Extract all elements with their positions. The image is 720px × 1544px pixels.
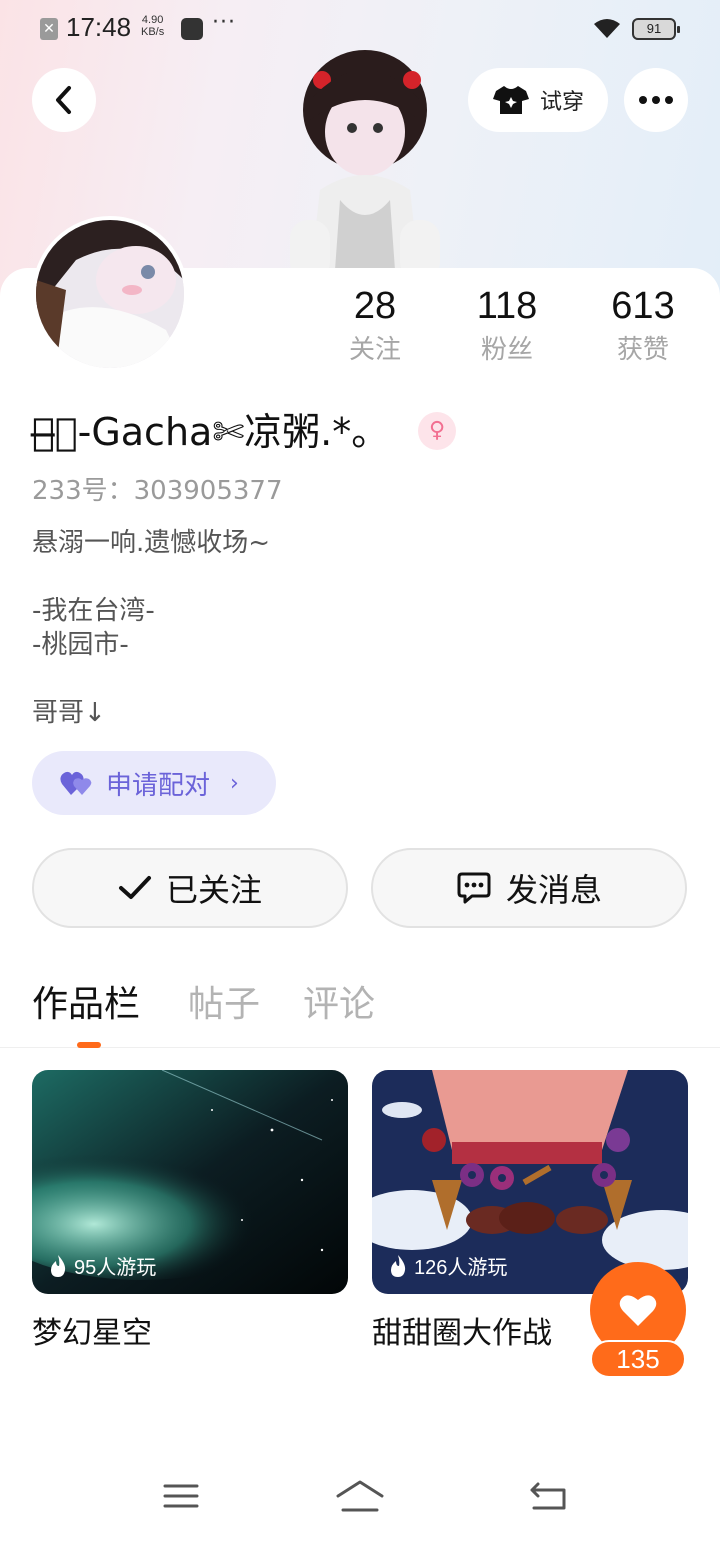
stat-likes-value: 613 xyxy=(611,285,675,327)
shirt-icon xyxy=(492,86,529,114)
user-bio: 悬溺一响.遗憾收场~ -我在台湾- -桃园市- 哥哥↓ xyxy=(32,528,271,728)
system-nav-bar xyxy=(0,1460,720,1544)
work-title: 梦幻星空 xyxy=(32,1316,152,1351)
flame-icon xyxy=(391,1254,406,1277)
try-on-button[interactable]: 试穿 xyxy=(468,68,608,132)
stat-followers-value: 118 xyxy=(476,285,538,327)
chat-bubble-icon xyxy=(457,872,491,904)
app-notification-icon xyxy=(181,18,203,40)
following-label: 已关注 xyxy=(165,871,262,909)
work-card[interactable]: 95人游玩 梦幻星空 xyxy=(32,1070,348,1354)
stat-likes-label: 获赞 xyxy=(616,335,669,365)
flame-icon xyxy=(51,1254,66,1277)
play-count-text: 95人游玩 xyxy=(74,1257,157,1279)
stat-followers-label: 粉丝 xyxy=(480,335,533,365)
status-bar: ✕ 17:48 4.90 KB/s ··· 91 xyxy=(0,0,720,56)
home-icon[interactable] xyxy=(335,1476,385,1516)
checkmark-icon xyxy=(118,876,151,899)
back-arrow-icon xyxy=(56,86,71,114)
speed-unit: KB/s xyxy=(141,26,165,38)
like-count-badge: 135 xyxy=(590,1340,686,1378)
send-message-button[interactable]: 发消息 xyxy=(371,848,687,928)
notification-icon: ✕ xyxy=(40,18,58,40)
back-button[interactable] xyxy=(32,68,96,132)
tab-comments[interactable]: 评论 xyxy=(303,980,375,1030)
play-count-text: 126人游玩 xyxy=(414,1257,508,1279)
user-id: 233号：303905377 xyxy=(32,476,283,506)
more-notifications-icon: ··· xyxy=(212,10,236,35)
user-nickname: ꫂ̶͙-Gacha✄凉粥.*。 xyxy=(32,410,390,454)
network-speed: 4.90 KB/s xyxy=(141,14,164,38)
chevron-right-icon: › xyxy=(230,770,239,796)
tab-posts[interactable]: 帖子 xyxy=(188,980,260,1030)
more-options-button[interactable] xyxy=(624,68,688,132)
work-thumbnail: 95人游玩 xyxy=(32,1070,348,1294)
back-nav-icon[interactable] xyxy=(524,1476,574,1516)
stat-followers[interactable]: 118 粉丝 xyxy=(442,284,572,368)
play-count: 95人游玩 xyxy=(48,1251,156,1280)
request-pair-label: 申请配对 xyxy=(106,770,211,801)
speed-value: 4.90 xyxy=(141,14,164,26)
3d-avatar-figure xyxy=(290,50,440,280)
gender-female-icon: ♀ xyxy=(418,412,456,450)
avatar[interactable] xyxy=(32,216,188,372)
active-tab-indicator xyxy=(77,1042,101,1048)
stat-likes[interactable]: 613 获赞 xyxy=(578,284,708,368)
try-on-label: 试穿 xyxy=(539,90,584,115)
avatar-image xyxy=(36,220,184,368)
request-pair-button[interactable]: 申请配对 › xyxy=(32,751,276,815)
following-button[interactable]: 已关注 xyxy=(32,848,348,928)
wifi-icon xyxy=(594,19,620,38)
menu-icon[interactable] xyxy=(156,1476,206,1516)
stat-following-value: 28 xyxy=(353,285,397,327)
work-thumbnail: 126人游玩 xyxy=(372,1070,688,1294)
stat-following-label: 关注 xyxy=(348,335,401,365)
send-message-label: 发消息 xyxy=(505,871,602,909)
battery-indicator: 91 xyxy=(632,18,680,40)
tab-works[interactable]: 作品栏 xyxy=(32,980,140,1030)
clock: 17:48 xyxy=(66,12,132,42)
content-tabs: 作品栏 帖子 评论 xyxy=(0,980,720,1048)
more-dots-icon xyxy=(639,96,673,104)
play-count: 126人游玩 xyxy=(388,1251,507,1280)
heart-icon xyxy=(619,1295,657,1326)
stat-following[interactable]: 28 关注 xyxy=(310,284,440,368)
profile-stats: 28 关注 118 粉丝 613 获赞 xyxy=(310,284,710,374)
double-heart-icon xyxy=(60,771,92,795)
